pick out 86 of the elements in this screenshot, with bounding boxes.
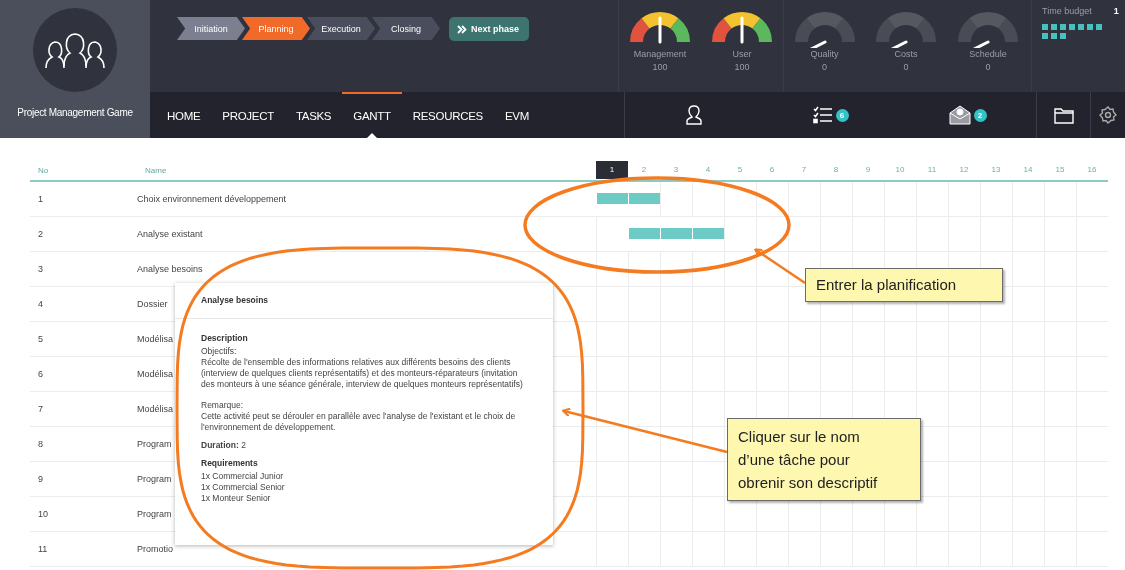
settings-icon[interactable] (1099, 106, 1117, 124)
week-header: 11 (926, 164, 938, 176)
callout-note: Entrer la planification (805, 268, 1003, 302)
section-heading: Requirements (201, 458, 259, 469)
nav-tab[interactable]: EVM (493, 92, 540, 138)
week-header: 9 (864, 164, 872, 176)
task-name[interactable]: Program (137, 439, 172, 449)
task-name[interactable]: Choix environnement développement (137, 194, 287, 204)
gauge-value: 0 (822, 61, 827, 74)
gauge-label: Costs (894, 48, 918, 61)
gauge-label: User (732, 48, 752, 61)
table-cell-text: 6 (37, 368, 44, 381)
remark-text: Cette activité peut se dérouler en parallèle avec l'analyse de l'existant et le choix de l'environnement de développement. (201, 411, 517, 433)
week-header: 10 (894, 164, 906, 176)
nav-tab[interactable]: RESOURCES (401, 92, 494, 138)
week-header: 2 (640, 164, 648, 176)
week-header: 15 (1054, 164, 1066, 176)
table-cell-text: 7 (37, 403, 44, 416)
gauge-value: 100 (734, 61, 750, 74)
table-cell-text: 11 (37, 543, 49, 556)
week-header: 3 (672, 164, 680, 176)
app-title: Project Management Game (17, 107, 133, 118)
gauge-value: 0 (903, 61, 909, 74)
table-cell-text: 1 (37, 193, 44, 206)
table-cell-text: 4 (37, 298, 44, 311)
week-header: 14 (1022, 164, 1034, 176)
count-badge: 6 (835, 108, 849, 122)
count-badge: 2 (973, 108, 987, 122)
week-header: 7 (800, 164, 808, 176)
table-cell-text: 10 (37, 508, 49, 521)
task-name[interactable]: Modélisa (137, 369, 174, 379)
table-cell-text: 2 (37, 228, 44, 241)
mail-icon[interactable] (948, 105, 971, 125)
week-header: 13 (990, 164, 1002, 176)
column-header: Name (144, 165, 168, 175)
week-header: 4 (704, 164, 712, 176)
week-header: 8 (832, 164, 840, 176)
checklist-icon[interactable] (812, 106, 833, 124)
folder-icon[interactable] (1053, 106, 1074, 124)
task-name[interactable]: Analyse besoins (137, 264, 203, 274)
nav-tab[interactable]: HOME (156, 92, 212, 138)
table-cell-text: 3 (37, 263, 44, 276)
person-icon[interactable] (684, 105, 703, 125)
phase-step[interactable]: Initiation (177, 17, 245, 40)
double-chevron-icon (457, 24, 467, 34)
duration-text: Duration: 2 (201, 440, 247, 451)
gauge-value: 100 (652, 61, 668, 74)
nav-tab[interactable]: PROJECT (211, 92, 285, 138)
gauge-label: Quality (810, 48, 839, 61)
requirement-item: 1x Commercial Junior (201, 471, 285, 482)
task-name[interactable]: Modélisa (137, 404, 174, 414)
next-phase-button[interactable]: Next phase (449, 17, 530, 41)
task-name[interactable]: Program (137, 474, 172, 484)
section-heading: Description (201, 333, 249, 344)
field-label: Objectifs: (201, 346, 238, 357)
time-budget-label: Time budget (1042, 6, 1092, 16)
task-name[interactable]: Program (137, 509, 172, 519)
table-cell-text: 5 (37, 333, 44, 346)
nav-tab[interactable]: GANTT (342, 92, 402, 138)
task-name[interactable]: Dossier (137, 299, 168, 309)
week-header: 1 (596, 161, 628, 179)
week-header: 6 (768, 164, 776, 176)
field-label: Remarque: (201, 400, 245, 411)
week-header: 5 (736, 164, 744, 176)
phase-step[interactable]: Execution (307, 17, 375, 40)
objectives-text: Récolte de l'ensemble des informations relatives aux différents besoins des clients (interview de quelques clients représentatifs) et des monteurs-réparateurs (invitation des monteurs à une séance générale, interview de quelques monteurs représentatifs) (201, 357, 524, 390)
task-name[interactable]: Modélisa (137, 334, 174, 344)
people-icon (42, 30, 108, 70)
column-header: No (37, 165, 50, 175)
task-name[interactable]: Promotio (137, 544, 173, 554)
annotation-arrow (754, 248, 806, 285)
week-header: 12 (958, 164, 970, 176)
callout-note: Cliquer sur le nom d’une tâche pour obrenir son descriptif (727, 418, 921, 501)
nav-tab[interactable]: TASKS (284, 92, 343, 138)
gauge-label: Schedule (969, 48, 1007, 61)
time-budget-value: 1 (1113, 6, 1119, 16)
task-name[interactable]: Analyse existant (137, 229, 203, 239)
phase-step[interactable]: Closing (372, 17, 440, 40)
gauge-value: 0 (985, 61, 991, 74)
requirement-item: 1x Commercial Senior (201, 482, 286, 493)
week-header: 16 (1086, 164, 1098, 176)
table-cell-text: 9 (37, 473, 44, 486)
gauge-label: Management (633, 48, 687, 61)
table-cell-text: 8 (37, 438, 44, 451)
requirement-item: 1x Monteur Senior (201, 493, 272, 504)
popup-title: Analyse besoins (175, 283, 553, 319)
